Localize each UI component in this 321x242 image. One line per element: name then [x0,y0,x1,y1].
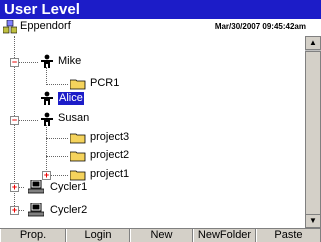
prop-button[interactable]: Prop. [0,229,66,242]
tree-node-cycler2[interactable]: Cycler2 [50,204,87,217]
paste-button[interactable]: Paste [256,229,321,242]
tree-connector [46,67,47,85]
tree-connector [46,138,68,139]
bottom-toolbar: Prop. Login New NewFolder Paste [0,228,321,242]
expand-toggle-cycler2[interactable]: + [10,206,19,215]
folder-icon [70,151,86,162]
collapse-toggle-susan[interactable]: − [10,116,19,125]
scroll-up-button[interactable]: ▲ [305,36,321,50]
user-icon [41,91,53,105]
scroll-down-button[interactable]: ▼ [305,214,321,228]
tree-node-cycler1[interactable]: Cycler1 [50,181,87,194]
tree-node-project2[interactable]: project2 [90,149,129,162]
timestamp: Mar/30/2007 09:45:42am [214,22,306,31]
login-button[interactable]: Login [66,229,130,242]
folder-icon [70,79,86,90]
tree-root-label[interactable]: Eppendorf [20,20,71,32]
group-icon [3,20,17,34]
scroll-thumb[interactable] [305,51,321,216]
collapse-toggle-mike[interactable]: − [10,58,19,67]
user-level-window: User Level Eppendorf Mar/30/2007 09:45:4… [0,0,321,242]
tree-connector [46,84,68,85]
user-icon [41,112,53,126]
new-button[interactable]: New [130,229,193,242]
expand-toggle-project1[interactable]: + [42,171,51,180]
window-title: User Level [4,1,80,18]
user-tree[interactable]: − Mike PCR1 Alice − Susan project3 proje [0,36,305,228]
tree-header: Eppendorf Mar/30/2007 09:45:42am [0,19,310,36]
tree-connector [46,125,47,176]
tree-node-alice[interactable]: Alice [58,92,84,105]
tree-node-susan[interactable]: Susan [58,112,89,125]
computer-icon [28,180,44,194]
tree-node-project3[interactable]: project3 [90,131,129,144]
folder-icon [70,170,86,181]
tree-connector [46,156,68,157]
user-icon [41,54,53,68]
tree-node-mike[interactable]: Mike [58,55,81,68]
tree-node-project1[interactable]: project1 [90,168,129,181]
vertical-scrollbar[interactable]: ▲ ▼ [305,36,321,228]
folder-icon [70,133,86,144]
computer-icon [28,203,44,217]
tree-node-pcr1[interactable]: PCR1 [90,77,119,90]
new-folder-button[interactable]: NewFolder [193,229,256,242]
title-bar: User Level [0,0,321,19]
expand-toggle-cycler1[interactable]: + [10,183,19,192]
